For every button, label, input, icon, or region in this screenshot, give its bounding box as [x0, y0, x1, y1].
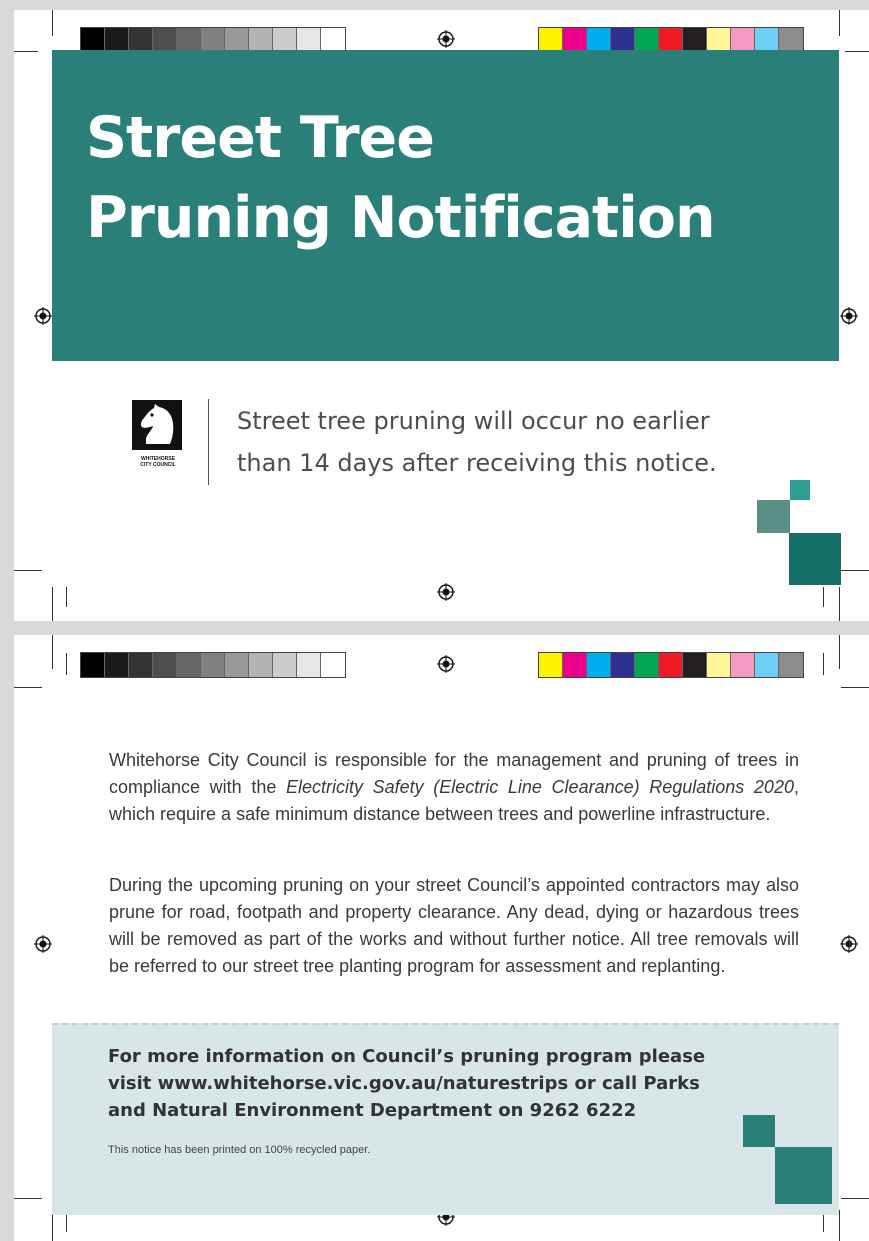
calibration-swatch [297, 653, 321, 677]
decorative-square [789, 533, 841, 585]
calibration-swatch [587, 653, 611, 677]
pruning-timing-notice: Street tree pruning will occur no earlie… [237, 400, 797, 484]
decorative-square [775, 1147, 832, 1204]
calibration-swatch [731, 653, 755, 677]
calibration-swatch [249, 653, 273, 677]
calibration-swatch [297, 28, 321, 52]
crop-mark [66, 587, 67, 607]
works-paragraph: During the upcoming pruning on your stre… [109, 875, 799, 976]
calibration-swatch [707, 28, 731, 52]
calibration-swatch [321, 28, 345, 52]
crop-mark [14, 51, 38, 52]
notice-title: Street Tree Pruning Notification [86, 98, 716, 258]
calibration-swatch [225, 28, 249, 52]
crop-mark [841, 570, 869, 571]
calibration-swatch [635, 653, 659, 677]
calibration-swatch [249, 28, 273, 52]
crop-mark [841, 1198, 869, 1199]
crop-mark [839, 10, 840, 36]
crop-mark [841, 687, 869, 688]
calibration-swatch [539, 28, 563, 52]
calibration-swatch [153, 28, 177, 52]
calibration-swatch [129, 28, 153, 52]
recycled-paper-note: This notice has been printed on 100% rec… [108, 1144, 371, 1156]
registration-mark-icon [437, 583, 455, 601]
calibration-swatch [539, 653, 563, 677]
crop-mark [823, 653, 824, 675]
calibration-swatch [755, 653, 779, 677]
calibration-swatch [611, 653, 635, 677]
more-information-text: For more information on Council’s prunin… [108, 1046, 706, 1121]
title-line-2: Pruning Notification [86, 185, 716, 251]
logo-wordmark-line-2: CITY COUNCIL [140, 462, 176, 468]
crop-mark [839, 635, 840, 669]
grayscale-calibration-bar [80, 652, 346, 678]
crop-mark [14, 570, 42, 571]
decorative-square [790, 480, 810, 500]
calibration-swatch [659, 28, 683, 52]
calibration-swatch [105, 653, 129, 677]
crop-mark [845, 51, 869, 52]
decorative-square [743, 1115, 775, 1147]
registration-mark-icon [437, 30, 455, 48]
logo-divider [208, 399, 209, 485]
chess-knight-icon [132, 400, 182, 450]
calibration-swatch [81, 653, 105, 677]
title-line-1: Street Tree [86, 105, 435, 171]
council-logo: WHITEHORSE CITY COUNCIL [132, 400, 184, 468]
crop-mark [14, 687, 42, 688]
responsibility-paragraph: Whitehorse City Council is responsible f… [109, 750, 799, 824]
crop-mark [66, 653, 67, 675]
notice-line-2: than 14 days after receiving this notice… [237, 449, 717, 477]
calibration-swatch [563, 28, 587, 52]
crop-mark [823, 587, 824, 607]
calibration-swatch [563, 653, 587, 677]
calibration-swatch [683, 653, 707, 677]
decorative-square [757, 500, 790, 533]
calibration-swatch [153, 653, 177, 677]
calibration-swatch [611, 28, 635, 52]
registration-mark-icon [34, 307, 52, 325]
crop-mark [839, 1210, 840, 1241]
calibration-swatch [779, 28, 803, 52]
calibration-swatch [129, 653, 153, 677]
calibration-swatch [731, 28, 755, 52]
calibration-swatch [177, 653, 201, 677]
calibration-swatch [659, 653, 683, 677]
notice-front-page: Street Tree Pruning Notification WHITEHO… [14, 10, 869, 621]
registration-mark-icon [840, 307, 858, 325]
calibration-swatch [587, 28, 611, 52]
calibration-swatch [779, 653, 803, 677]
calibration-swatch [177, 28, 201, 52]
notice-back-page: Whitehorse City Council is responsible f… [14, 635, 869, 1241]
calibration-swatch [321, 653, 345, 677]
registration-mark-icon [437, 655, 455, 673]
calibration-swatch [225, 653, 249, 677]
notice-line-1: Street tree pruning will occur no earlie… [237, 407, 710, 435]
crop-mark [839, 587, 840, 621]
calibration-swatch [105, 28, 129, 52]
crop-mark [52, 635, 53, 669]
calibration-swatch [635, 28, 659, 52]
crop-mark [52, 10, 53, 36]
calibration-swatch [81, 28, 105, 52]
regulation-name: Electricity Safety (Electric Line Cleara… [285, 777, 794, 797]
calibration-swatch [683, 28, 707, 52]
color-calibration-bar [538, 652, 804, 678]
more-information-box: For more information on Council’s prunin… [52, 1023, 839, 1215]
calibration-swatch [201, 653, 225, 677]
calibration-swatch [755, 28, 779, 52]
calibration-swatch [201, 28, 225, 52]
calibration-swatch [273, 653, 297, 677]
calibration-swatch [273, 28, 297, 52]
calibration-swatch [707, 653, 731, 677]
crop-mark [52, 587, 53, 621]
registration-mark-icon [34, 935, 52, 953]
registration-mark-icon [840, 935, 858, 953]
crop-mark [14, 1198, 42, 1199]
